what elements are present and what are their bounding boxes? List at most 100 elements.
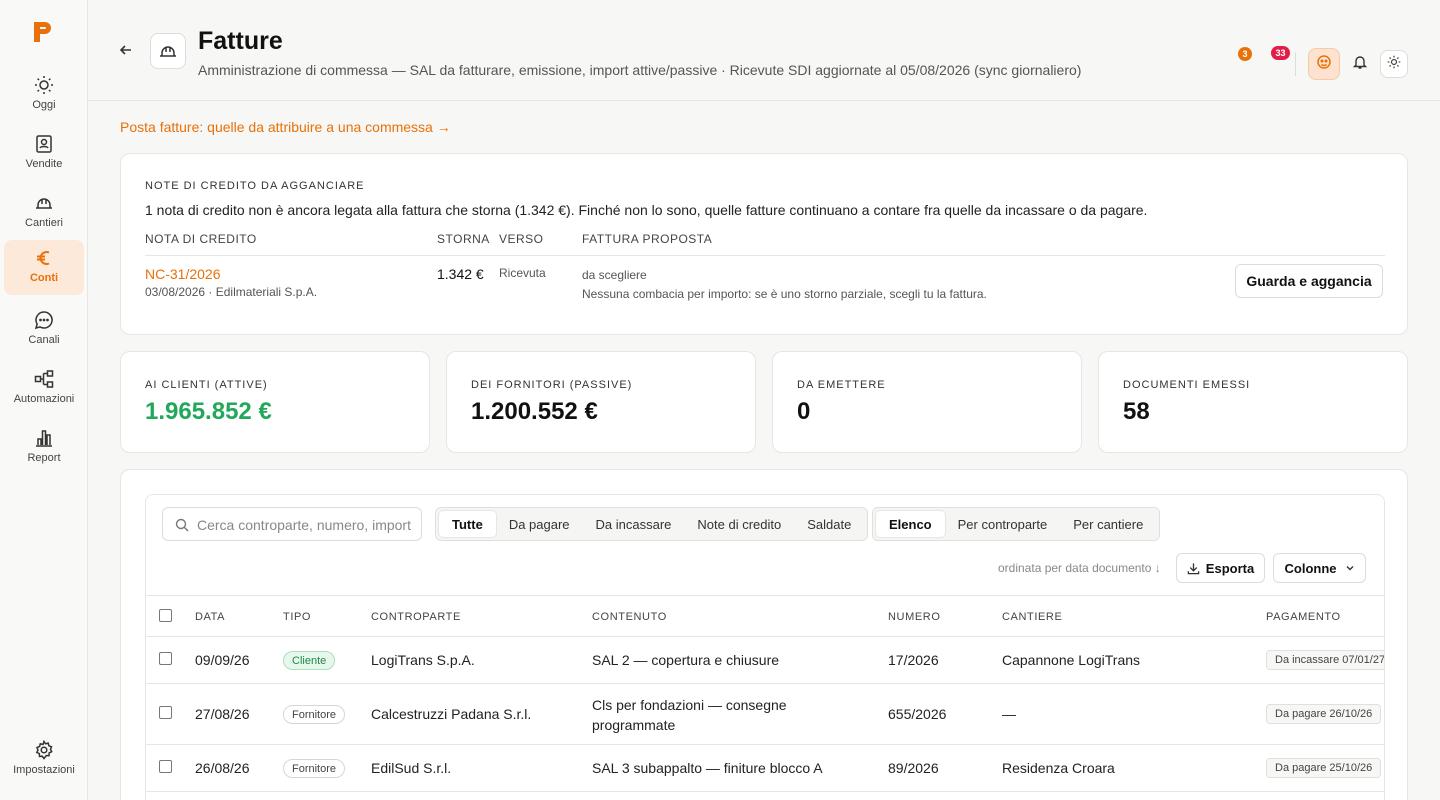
credit-notes-card: NOTE DI CREDITO DA AGGANCIARE 1 nota di …: [120, 153, 1408, 335]
filter-saldate[interactable]: Saldate: [794, 511, 864, 537]
column-header[interactable]: NUMERO: [888, 611, 941, 623]
view-and-link-button[interactable]: Guarda e aggancia: [1235, 264, 1383, 298]
columns-button[interactable]: Colonne: [1273, 553, 1366, 583]
hard-hat-icon: [150, 33, 186, 69]
euro-icon: [32, 246, 56, 270]
assistant-badge: 3: [1238, 47, 1252, 61]
sidebar-item-label: Canali: [28, 334, 60, 346]
view-per-cantiere[interactable]: Per cantiere: [1060, 511, 1156, 537]
stat-label: DA EMETTERE: [797, 379, 886, 391]
columns-label: Colonne: [1284, 560, 1337, 576]
theme-toggle-button[interactable]: [1380, 50, 1408, 78]
payment-badge: Da incassare 07/01/27: [1266, 650, 1384, 670]
search-input[interactable]: [197, 515, 411, 535]
filter-da-incassare[interactable]: Da incassare: [583, 511, 685, 537]
sidebar-item-conti[interactable]: Conti: [4, 240, 84, 295]
row-checkbox[interactable]: [159, 706, 172, 719]
column-header[interactable]: DATA: [195, 611, 225, 623]
column-header[interactable]: CONTROPARTE: [371, 611, 461, 623]
credit-notes-title: NOTE DI CREDITO DA AGGANCIARE: [145, 180, 365, 192]
column-header[interactable]: CANTIERE: [1002, 611, 1062, 623]
sidebar-item-report[interactable]: Report: [4, 420, 84, 475]
chevron-down-icon: [1345, 563, 1355, 573]
contacts-book-icon: [32, 132, 56, 156]
sidebar-item-canali[interactable]: Canali: [4, 302, 84, 357]
sidebar-item-automazioni[interactable]: Automazioni: [4, 361, 84, 416]
type-badge: Cliente: [283, 651, 336, 670]
sun-icon: [32, 73, 56, 97]
filter-note-di-credito[interactable]: Note di credito: [684, 511, 794, 537]
sidebar-item-label: Vendite: [25, 158, 63, 170]
export-label: Esporta: [1205, 560, 1255, 576]
inbox-link[interactable]: Posta fatture: quelle da attribuire a un…: [120, 119, 451, 135]
column-header[interactable]: CONTENUTO: [592, 611, 667, 623]
stat-label: DEI FORNITORI (PASSIVE): [471, 379, 633, 391]
sidebar-item-cantieri[interactable]: Cantieri: [4, 185, 84, 240]
stat-value: 1.965.852 €: [145, 398, 272, 425]
table-row[interactable]: 27/08/26 Fornitore Calcestruzzi Padana S…: [146, 684, 1384, 745]
column-header: VERSO: [499, 232, 544, 246]
proposed-invoice: da scegliere: [582, 268, 647, 282]
row-number: 89/2026: [888, 760, 939, 776]
row-site: —: [1002, 706, 1016, 722]
bell-icon: [1352, 54, 1368, 75]
view-switcher: Elenco Per controparte Per cantiere: [872, 507, 1161, 541]
row-site: Capannone LogiTrans: [1002, 652, 1141, 668]
workflow-icon: [32, 367, 56, 391]
row-counterparty: Calcestruzzi Padana S.r.l.: [371, 706, 532, 722]
view-elenco[interactable]: Elenco: [876, 511, 945, 537]
sidebar-item-impostazioni[interactable]: Impostazioni: [4, 732, 84, 787]
page-title: Fatture: [198, 27, 283, 55]
header-divider: [1295, 52, 1296, 76]
back-arrow-icon[interactable]: [116, 40, 136, 60]
sidebar-item-label: Conti: [29, 272, 59, 284]
divider: [145, 255, 1385, 256]
sidebar-item-label: Oggi: [32, 99, 56, 111]
sidebar-item-oggi[interactable]: Oggi: [4, 67, 84, 122]
payment-badge: Da pagare 25/10/26: [1266, 758, 1382, 778]
row-counterparty: EdilSud S.r.l.: [371, 760, 452, 776]
row-date: 09/09/26: [195, 652, 250, 668]
credit-note-meta: 03/08/2026 · Edilmateriali S.p.A.: [145, 285, 318, 299]
stat-value: 58: [1123, 398, 1150, 425]
sidebar-item-label: Impostazioni: [13, 764, 75, 776]
view-per-controparte[interactable]: Per controparte: [945, 511, 1061, 537]
table-row[interactable]: 26/08/26 Fornitore EdilSud S.r.l. SAL 3 …: [146, 745, 1384, 792]
row-content: Cls per fondazioni — consegne programmat…: [592, 697, 787, 733]
gear-icon: [32, 738, 56, 762]
sidebar-item-vendite[interactable]: Vendite: [4, 126, 84, 181]
stat-card-da-emettere: DA EMETTERE 0: [772, 351, 1082, 453]
row-checkbox[interactable]: [159, 760, 172, 773]
proposed-invoice-note: Nessuna combacia per importo: se è uno s…: [582, 287, 987, 301]
column-header: STORNA: [437, 232, 490, 246]
credit-note-amount: 1.342 €: [437, 266, 484, 282]
column-header[interactable]: TIPO: [283, 611, 311, 623]
select-all-checkbox[interactable]: [159, 609, 172, 622]
row-content: SAL 2 — copertura e chiusure: [592, 652, 780, 668]
stat-value: 1.200.552 €: [471, 398, 598, 425]
row-checkbox[interactable]: [159, 652, 172, 665]
table-row[interactable]: 09/09/26 Cliente LogiTrans S.p.A. SAL 2 …: [146, 637, 1384, 684]
download-icon: [1187, 562, 1200, 575]
sort-indicator[interactable]: ordinata per data documento ↓: [998, 561, 1161, 575]
filter-tutte[interactable]: Tutte: [439, 511, 496, 537]
type-badge: Fornitore: [283, 759, 346, 778]
export-button[interactable]: Esporta: [1176, 553, 1265, 583]
sidebar-item-label: Cantieri: [25, 217, 63, 229]
bar-chart-icon: [32, 426, 56, 450]
page-header: Fatture Amministrazione di commessa — SA…: [88, 0, 1440, 101]
type-badge: Fornitore: [283, 705, 346, 724]
row-date: 27/08/26: [195, 706, 250, 722]
stat-card-passive: DEI FORNITORI (PASSIVE) 1.200.552 €: [446, 351, 756, 453]
column-header: NOTA DI CREDITO: [145, 232, 257, 246]
column-header[interactable]: PAGAMENTO: [1266, 611, 1341, 623]
filter-da-pagare[interactable]: Da pagare: [496, 511, 583, 537]
payment-badge: Da pagare 26/10/26: [1266, 704, 1382, 724]
assistant-button[interactable]: [1308, 48, 1340, 80]
stat-card-attive: AI CLIENTI (ATTIVE) 1.965.852 €: [120, 351, 430, 453]
notifications-button[interactable]: [1344, 48, 1376, 80]
row-counterparty: LogiTrans S.p.A.: [371, 652, 475, 668]
app-logo-icon[interactable]: [32, 20, 56, 44]
stat-value: 0: [797, 398, 811, 425]
credit-note-number[interactable]: NC-31/2026: [145, 266, 221, 282]
